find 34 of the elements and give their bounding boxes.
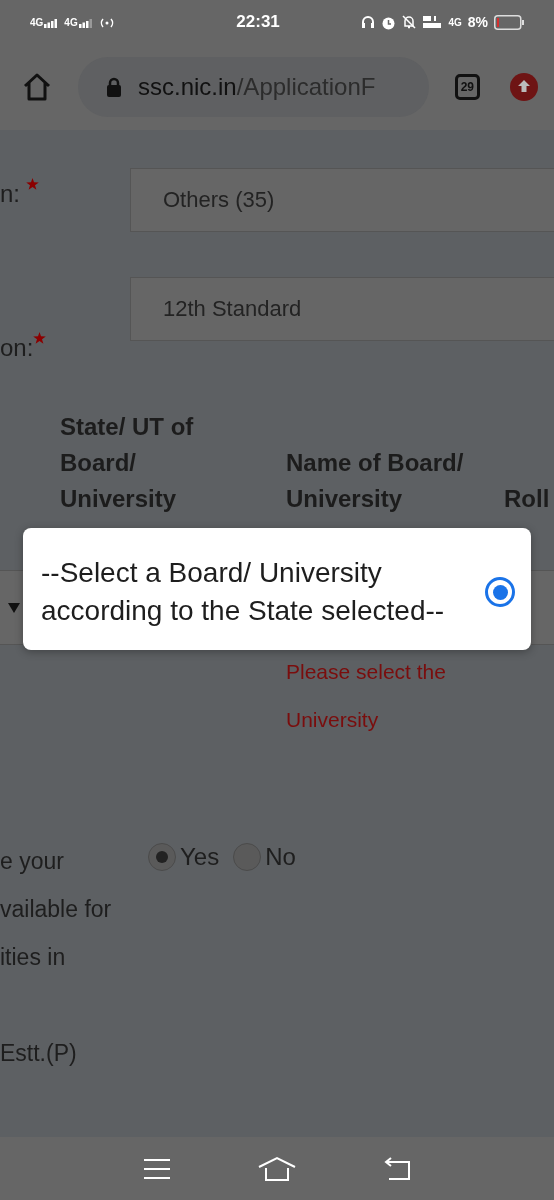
network-label: 4G [64, 16, 78, 28]
column-header: Roll [504, 484, 550, 514]
field-label: on: [0, 334, 34, 362]
clock-time: 22:31 [236, 12, 280, 32]
home-icon[interactable] [22, 73, 52, 101]
radio-option[interactable]: No [233, 843, 296, 871]
tab-count-button[interactable]: 29 [454, 74, 480, 100]
select-field[interactable]: Others (35) [130, 168, 554, 232]
question-text: vailable for [0, 895, 113, 924]
battery-percent: 8% [467, 14, 488, 30]
dropdown-caret-icon [8, 602, 20, 613]
column-header: State/ UT of Board/ University [60, 412, 195, 514]
signal-icon [78, 18, 93, 28]
error-message: Please select the University [286, 659, 447, 733]
radio-option[interactable]: Yes [148, 843, 220, 871]
network-label: 4G [30, 16, 44, 28]
upload-icon[interactable] [510, 73, 538, 101]
note-text: Estt.(P) [0, 1039, 78, 1068]
back-icon[interactable] [382, 1156, 411, 1181]
signal-icon [44, 18, 59, 28]
bell-off-icon [402, 15, 417, 29]
dropdown-option[interactable]: --Select a Board/ University according to the State selected-- [23, 528, 531, 650]
question-text: e your [0, 847, 65, 876]
lock-icon [106, 77, 122, 97]
select-field[interactable]: 12th Standard [130, 277, 554, 341]
question-text: ities in [0, 943, 67, 972]
radio-button[interactable] [148, 843, 176, 871]
battery-icon [494, 14, 524, 30]
radio-button[interactable] [485, 577, 515, 607]
field-label: n: [0, 180, 20, 208]
network-label: 4G [448, 16, 462, 28]
menu-icon[interactable] [143, 1157, 172, 1180]
column-header: Name of Board/ University [286, 448, 465, 514]
headphones-icon [361, 15, 376, 29]
